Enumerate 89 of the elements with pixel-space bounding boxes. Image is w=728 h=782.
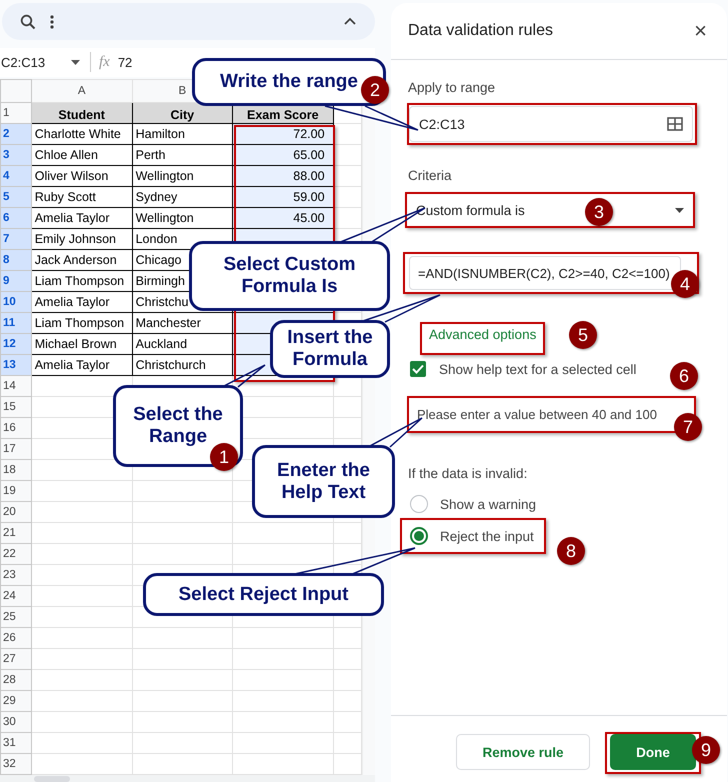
row-number[interactable]: 5	[0, 186, 32, 208]
row-number[interactable]: 16	[0, 417, 32, 438]
callout-tooltip: Select Reject Input	[143, 573, 384, 616]
radio-button[interactable]	[410, 527, 428, 545]
table-cell: Wellington	[132, 165, 233, 186]
table-cell: Wellington	[132, 207, 233, 228]
table-cell: Liam Thompson	[31, 312, 132, 334]
formula-field[interactable]: =AND(ISNUMBER(C2), C2>=40, C2<=100)	[409, 256, 681, 290]
done-button[interactable]: Done	[610, 734, 696, 770]
callout-tooltip: Insert the Formula	[270, 320, 390, 378]
name-box[interactable]: C2:C13	[0, 54, 71, 70]
function-label: fx	[99, 54, 110, 71]
checkbox[interactable]	[410, 361, 426, 377]
table-cell: Amelia Taylor	[31, 207, 132, 228]
row-number[interactable]: 21	[0, 522, 32, 544]
row-number[interactable]: 1	[0, 102, 32, 124]
column-header[interactable]: A	[31, 79, 132, 102]
row-number[interactable]: 24	[0, 585, 32, 606]
radio-button[interactable]	[410, 495, 428, 513]
table-cell: Sydney	[132, 186, 233, 208]
table-cell: 65.00	[232, 144, 334, 166]
row-number[interactable]: 2	[0, 123, 32, 144]
row-number[interactable]: 26	[0, 627, 32, 648]
table-cell: Perth	[132, 144, 233, 166]
table-cell: Ruby Scott	[31, 186, 132, 208]
formula-bar[interactable]: 72	[118, 54, 132, 70]
advanced-options-link[interactable]: Advanced options	[429, 327, 536, 342]
table-cell: Amelia Taylor	[31, 291, 132, 312]
field-label: Criteria	[408, 168, 453, 183]
table-cell: Auckland	[132, 333, 233, 354]
table-cell: Christchurch	[132, 354, 233, 376]
table-cell: Amelia Taylor	[31, 354, 132, 376]
row-number[interactable]: 17	[0, 438, 32, 460]
row-number[interactable]: 32	[0, 753, 32, 774]
row-number[interactable]: 11	[0, 312, 32, 334]
row-number[interactable]: 22	[0, 543, 32, 564]
row-number[interactable]: 7	[0, 228, 32, 250]
table-cell: 45.00	[232, 207, 334, 228]
row-number[interactable]: 30	[0, 711, 32, 732]
row-number[interactable]: 10	[0, 291, 32, 312]
close-button[interactable]: ×	[694, 18, 707, 44]
search-icon[interactable]	[20, 14, 36, 30]
table-cell: Chloe Allen	[31, 144, 132, 166]
panel-title: Data validation rules	[408, 22, 554, 40]
row-number[interactable]: 28	[0, 669, 32, 690]
field-label: Apply to range	[408, 80, 496, 95]
column-title: City	[132, 102, 233, 124]
callout-tooltip: Select Custom Formula Is	[189, 241, 390, 311]
row-number[interactable]: 18	[0, 459, 32, 480]
row-number[interactable]: 13	[0, 354, 32, 376]
collapse-icon[interactable]	[343, 17, 357, 26]
row-number[interactable]: 15	[0, 396, 32, 418]
callout-tooltip: Eneter the Help Text	[252, 445, 395, 518]
row-number[interactable]: 25	[0, 606, 32, 628]
column-title: Student	[31, 102, 132, 124]
radio-label: Show a warning	[440, 496, 536, 512]
row-number[interactable]: 6	[0, 207, 32, 228]
row-number[interactable]: 9	[0, 270, 32, 292]
section-label: If the data is invalid:	[408, 466, 528, 481]
range-field[interactable]: C2:C13	[409, 106, 693, 142]
row-number[interactable]: 19	[0, 480, 32, 502]
table-cell: Jack Anderson	[31, 249, 132, 270]
row-number[interactable]: 14	[0, 375, 32, 396]
row-number[interactable]: 3	[0, 144, 32, 166]
row-number[interactable]: 23	[0, 564, 32, 586]
table-cell: Charlotte White	[31, 123, 132, 144]
row-number[interactable]: 27	[0, 648, 32, 670]
row-number[interactable]: 31	[0, 732, 32, 754]
remove-rule-button[interactable]: Remove rule	[456, 734, 590, 770]
table-cell: Oliver Wilson	[31, 165, 132, 186]
row-number[interactable]: 20	[0, 501, 32, 522]
radio-label: Reject the input	[440, 528, 534, 544]
row-number[interactable]: 8	[0, 249, 32, 270]
scrollbar-thumb[interactable]	[34, 776, 70, 782]
row-number[interactable]: 12	[0, 333, 32, 354]
checkbox-label: Show help text for a selected cell	[439, 362, 636, 376]
table-cell: 88.00	[232, 165, 334, 186]
table-cell: 59.00	[232, 186, 334, 208]
table-cell: Michael Brown	[31, 333, 132, 354]
row-number[interactable]: 4	[0, 165, 32, 186]
table-cell: Hamilton	[132, 123, 233, 144]
more-icon[interactable]	[50, 14, 54, 29]
row-number[interactable]: 29	[0, 690, 32, 712]
dropdown-icon[interactable]	[675, 208, 684, 212]
table-cell: Liam Thompson	[31, 270, 132, 292]
table-cell: Emily Johnson	[31, 228, 132, 250]
dropdown-icon[interactable]	[71, 60, 80, 65]
table-cell: Manchester	[132, 312, 233, 334]
grid-icon[interactable]	[667, 117, 683, 131]
